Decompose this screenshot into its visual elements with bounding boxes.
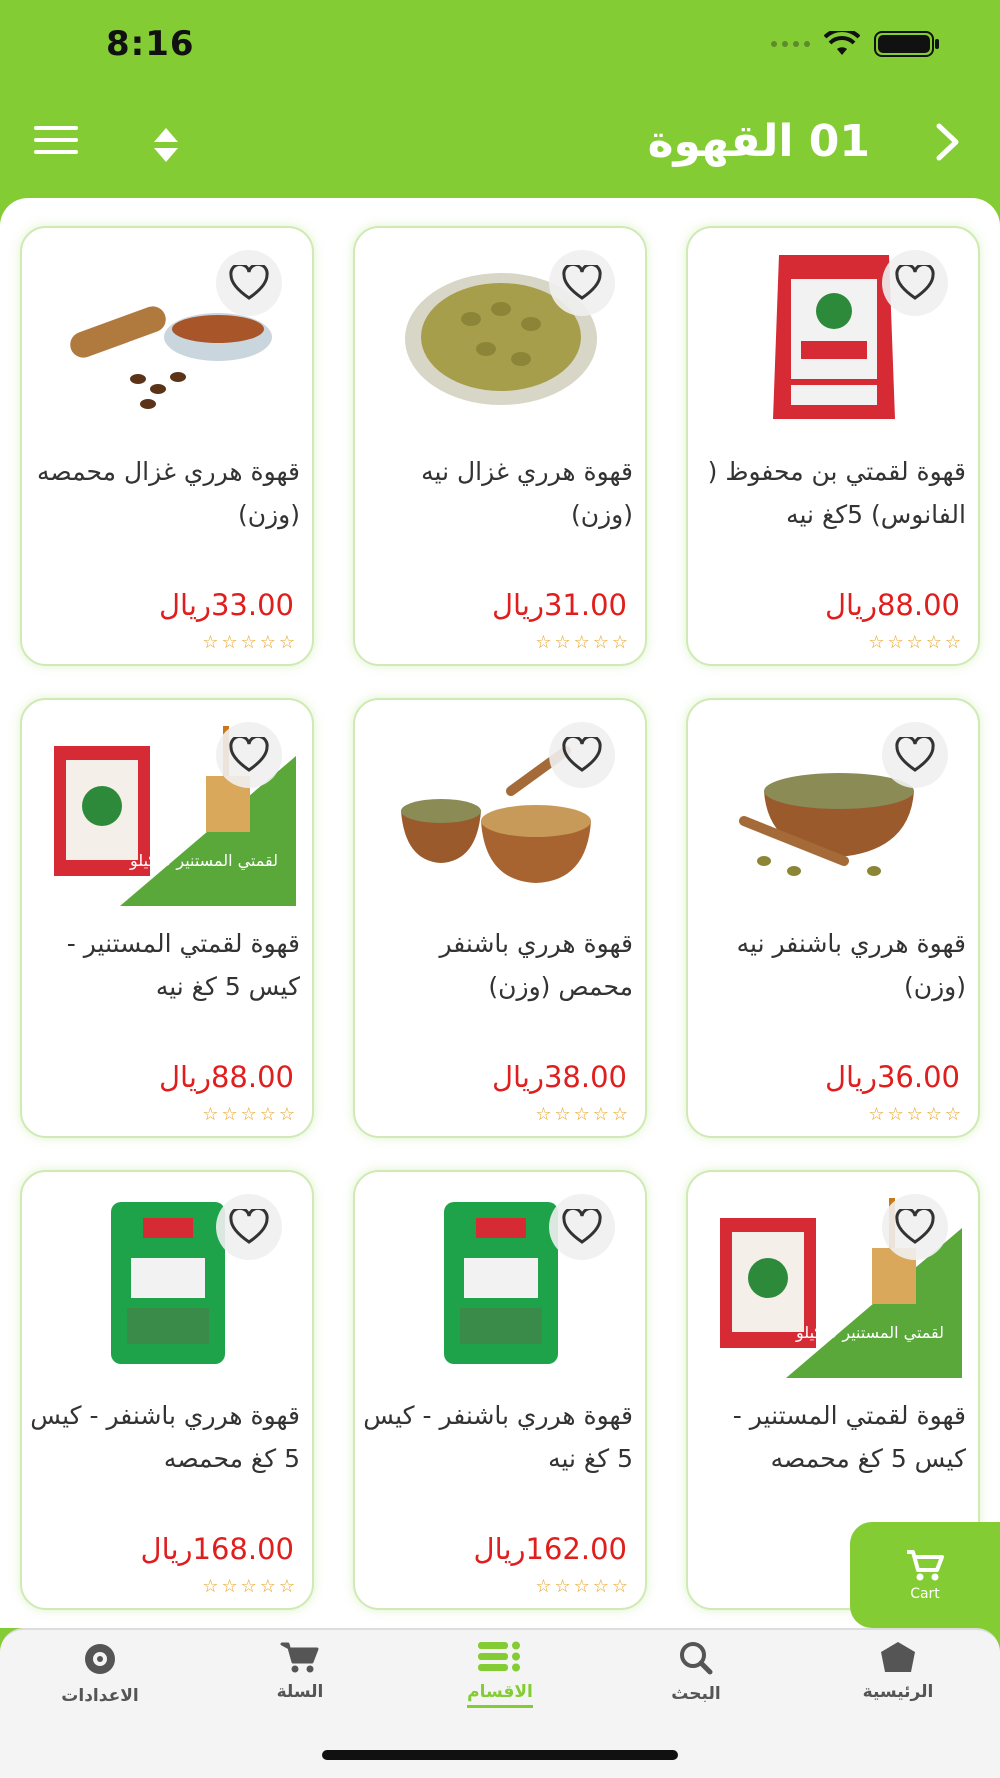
cart-icon [907, 1550, 944, 1581]
banner-text: لقمتي المستنير 5 كيلو [795, 1323, 944, 1343]
product-price: 31.00ريال [491, 588, 627, 622]
rating-stars: ☆☆☆☆☆ [202, 1576, 298, 1597]
page-title: 01 القهوة [647, 116, 870, 167]
banner-text: لقمتي المستنير 5 كيلو [129, 851, 278, 871]
rating-stars: ☆☆☆☆☆ [868, 1104, 964, 1125]
home-indicator [322, 1750, 678, 1760]
tab-categories[interactable]: الاقسام [420, 1640, 580, 1708]
tab-label: الاقسام [467, 1682, 533, 1708]
tab-settings[interactable]: الاعدادات [20, 1640, 180, 1706]
status-bar: 8:16 [0, 0, 1000, 92]
product-price: 33.00ريال [158, 588, 294, 622]
cart-floating-button[interactable]: Cart [850, 1522, 1000, 1628]
product-name: قهوة هرري باشنفر - كيس 5 كغ محمصه [30, 1401, 300, 1473]
rating-stars: ☆☆☆☆☆ [535, 1576, 631, 1597]
rating-stars: ☆☆☆☆☆ [868, 632, 964, 653]
rating-stars: ☆☆☆☆☆ [202, 1104, 298, 1125]
product-price: 36.00ريال [824, 1060, 960, 1094]
product-name: قهوة لقمتي المستنير - كيس 5 كغ نيه [66, 929, 300, 1001]
product-card[interactable]: قهوة هرري باشنفر نيه (وزن) 36.00ريال ☆☆☆… [686, 698, 980, 1138]
product-price: 38.00ريال [491, 1060, 627, 1094]
search-icon [680, 1642, 713, 1675]
product-card[interactable]: قهوة هرري باشنفر - كيس 5 كغ نيه 162.00ري… [353, 1170, 647, 1610]
product-card[interactable]: قهوة هرري باشنفر - كيس 5 كغ محمصه 168.00… [20, 1170, 314, 1610]
product-price: 168.00ريال [140, 1532, 294, 1566]
favorite-heart-icon[interactable] [216, 1194, 282, 1260]
product-name: قهوة هرري باشنفر محمص (وزن) [439, 929, 633, 1001]
sort-icon[interactable] [152, 126, 180, 164]
product-grid: قهوة لقمتي بن محفوظ ( الفانوس) 5كغ نيه 8… [0, 198, 1000, 1628]
favorite-heart-icon[interactable] [216, 722, 282, 788]
product-name: قهوة هرري غزال نيه (وزن) [421, 457, 633, 529]
favorite-heart-icon[interactable] [216, 250, 282, 316]
product-card[interactable]: قهوة هرري غزال محمصه (وزن) 33.00ريال ☆☆☆… [20, 226, 314, 666]
categories-icon [478, 1641, 520, 1672]
home-icon [881, 1642, 915, 1672]
rating-stars: ☆☆☆☆☆ [535, 1104, 631, 1125]
cart-fab-label: Cart [910, 1586, 940, 1602]
tab-label: الاعدادات [61, 1686, 139, 1706]
tab-label: السلة [276, 1682, 324, 1702]
product-price: 88.00ريال [824, 588, 960, 622]
product-name: قهوة لقمتي بن محفوظ ( الفانوس) 5كغ نيه [707, 457, 966, 529]
cart-icon [280, 1642, 319, 1673]
rating-stars: ☆☆☆☆☆ [202, 632, 298, 653]
favorite-heart-icon[interactable] [882, 722, 948, 788]
product-card[interactable]: لقمتي المستنير 5 كيلو قهوة لقمتي المستني… [20, 698, 314, 1138]
tab-label: البحث [671, 1684, 721, 1704]
product-card[interactable]: قهوة هرري غزال نيه (وزن) 31.00ريال ☆☆☆☆☆ [353, 226, 647, 666]
tab-home[interactable]: الرئيسية [818, 1640, 978, 1702]
battery-icon [874, 31, 939, 57]
favorite-heart-icon[interactable] [882, 250, 948, 316]
favorite-heart-icon[interactable] [882, 1194, 948, 1260]
favorite-heart-icon[interactable] [549, 1194, 615, 1260]
product-name: قهوة هرري باشنفر - كيس 5 كغ نيه [363, 1401, 633, 1473]
product-name: قهوة هرري غزال محمصه (وزن) [37, 457, 300, 529]
status-time: 8:16 [106, 24, 195, 64]
favorite-heart-icon[interactable] [549, 250, 615, 316]
status-icons [771, 30, 940, 58]
signal-icon [771, 41, 810, 47]
chevron-right-icon[interactable] [934, 122, 962, 162]
rating-stars: ☆☆☆☆☆ [535, 632, 631, 653]
favorite-heart-icon[interactable] [549, 722, 615, 788]
product-card[interactable]: قهوة هرري باشنفر محمص (وزن) 38.00ريال ☆☆… [353, 698, 647, 1138]
product-price: 162.00ريال [473, 1532, 627, 1566]
tab-label: الرئيسية [862, 1682, 934, 1702]
product-card[interactable]: قهوة لقمتي بن محفوظ ( الفانوس) 5كغ نيه 8… [686, 226, 980, 666]
settings-icon [85, 1644, 115, 1674]
tab-cart[interactable]: السلة [220, 1640, 380, 1702]
header: 01 القهوة [0, 92, 1000, 196]
product-name: قهوة هرري باشنفر نيه (وزن) [736, 929, 966, 1001]
wifi-icon [824, 31, 860, 55]
product-name: قهوة لقمتي المستنير - كيس 5 كغ محمصه [732, 1401, 966, 1473]
product-price: 88.00ريال [158, 1060, 294, 1094]
menu-icon[interactable] [34, 126, 78, 156]
tab-search[interactable]: البحث [616, 1640, 776, 1704]
